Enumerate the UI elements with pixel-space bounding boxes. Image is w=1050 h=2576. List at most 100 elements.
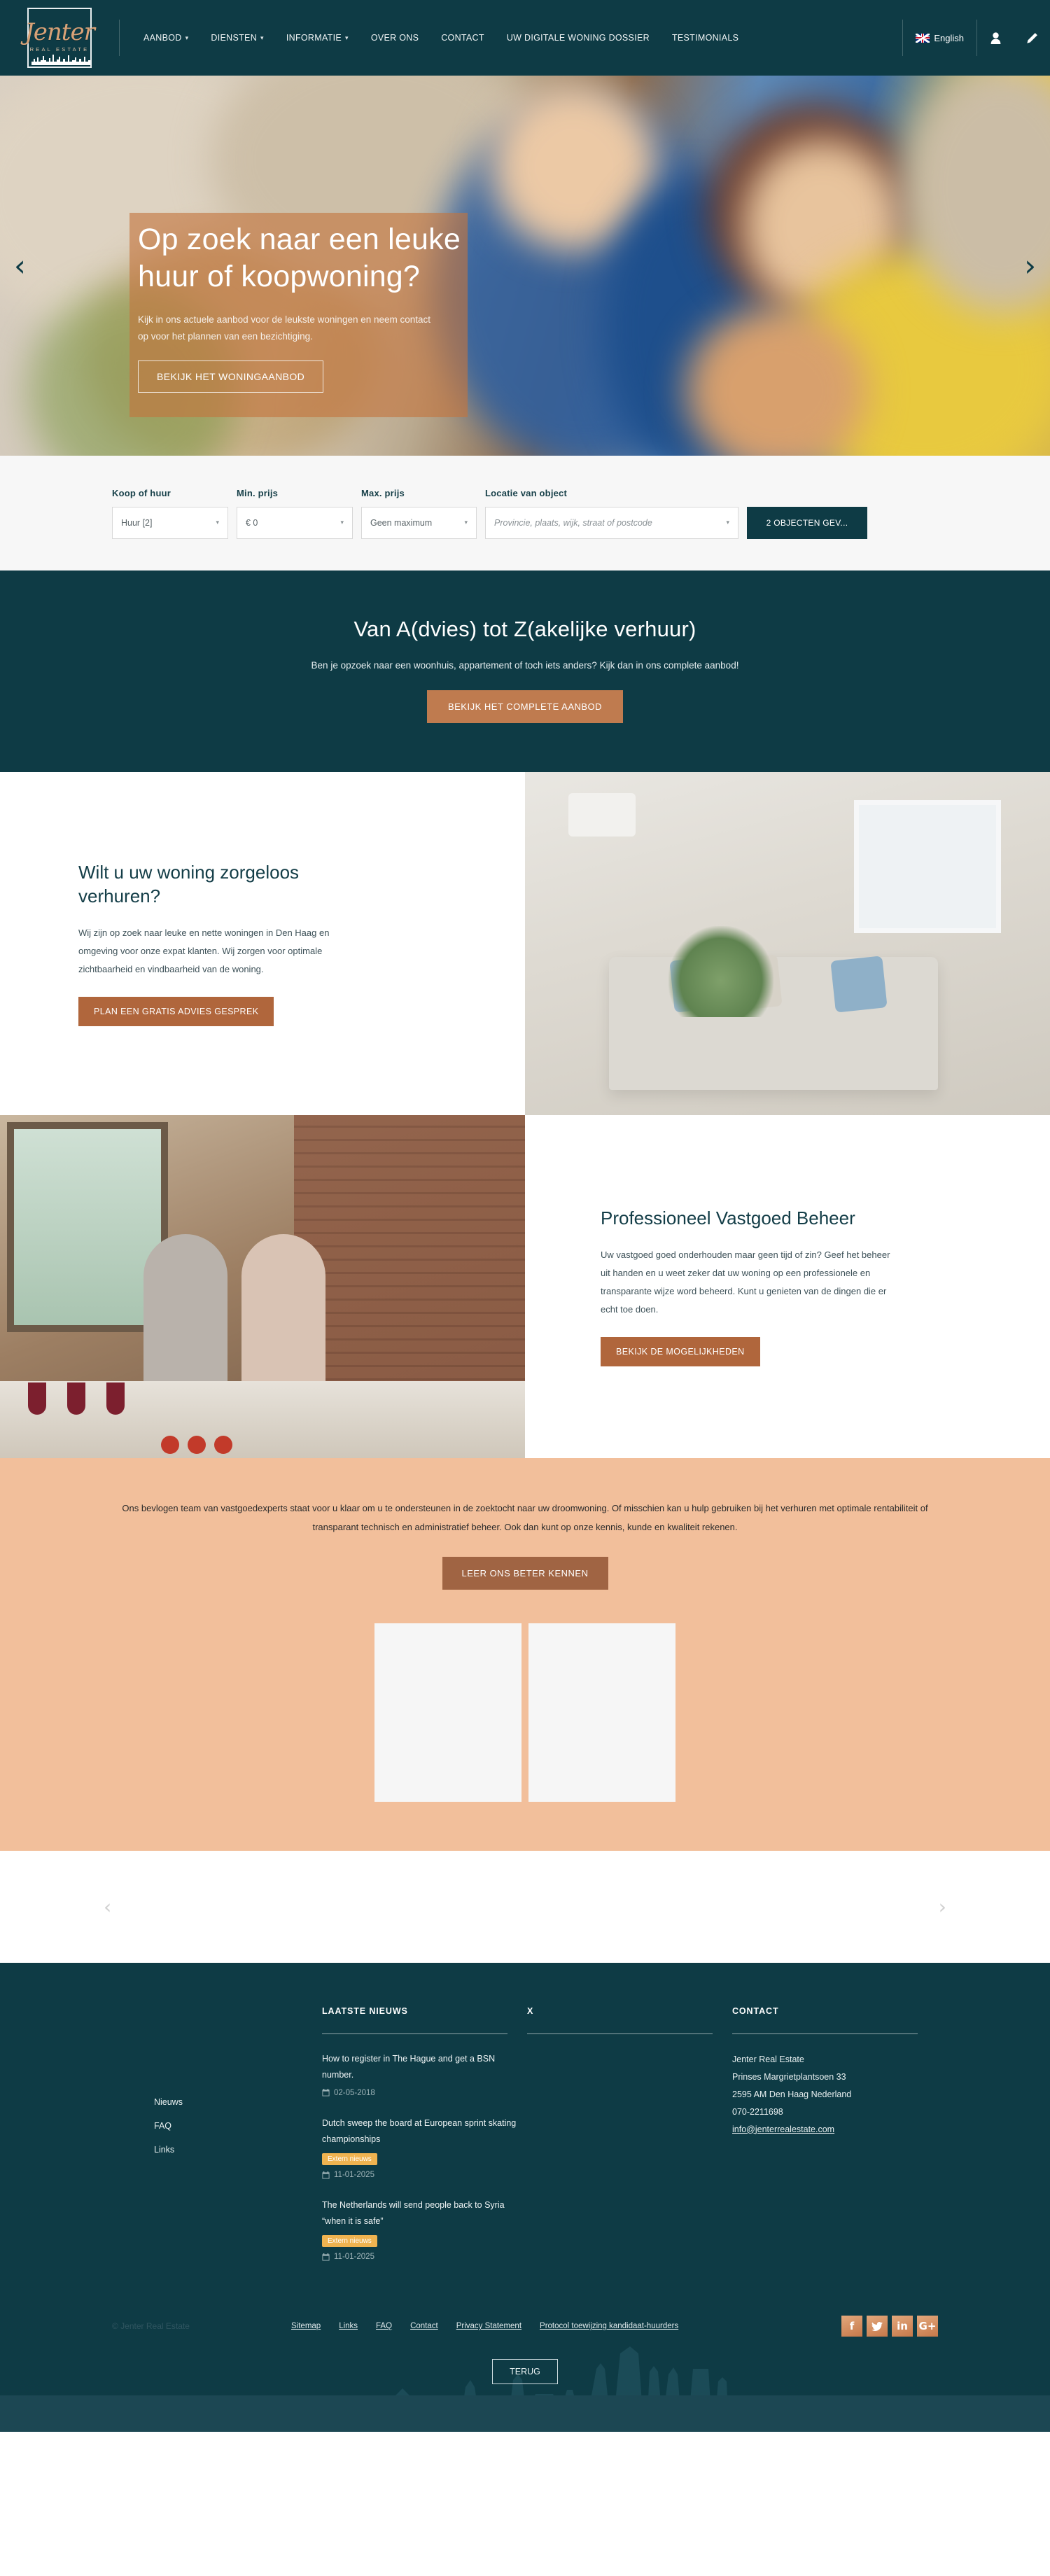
tomato-shape — [188, 1436, 206, 1454]
facebook-icon[interactable]: f — [841, 2316, 862, 2337]
news-item-date: 11-01-2025 — [322, 2253, 527, 2261]
bottom-link-sitemap[interactable]: Sitemap — [291, 2322, 321, 2330]
account-button[interactable] — [977, 0, 1014, 76]
rent-title: Wilt u uw woning zorgeloos verhuren? — [78, 862, 300, 906]
carousel-prev-button[interactable]: ‹ — [104, 1895, 111, 1918]
site-footer: Nieuws FAQ Links LAATSTE NIEUWS How to r… — [0, 1962, 1050, 2432]
googleplus-icon[interactable]: G+ — [917, 2316, 938, 2337]
nav-label: CONTACT — [441, 33, 484, 43]
team-cta-button[interactable]: LEER ONS BETER KENNEN — [442, 1556, 608, 1590]
nav-item-contact[interactable]: CONTACT — [430, 33, 496, 43]
kitchen-photo — [0, 1115, 525, 1458]
rent-text-pane: Wilt u uw woning zorgeloos verhuren? Wij… — [0, 772, 525, 1115]
twitter-bird-icon — [872, 2321, 883, 2331]
social-links: f in G+ — [841, 2316, 938, 2337]
news-item-title[interactable]: The Netherlands will send people back to… — [322, 2197, 527, 2230]
news-item-title[interactable]: How to register in The Hague and get a B… — [322, 2051, 527, 2083]
bottom-link-protocol[interactable]: Protocol toewijzing kandidaat-huurders — [540, 2322, 678, 2330]
manage-cta-button[interactable]: BEKIJK DE MOGELIJKHEDEN — [601, 1336, 760, 1366]
field-label: Max. prijs — [361, 487, 405, 498]
news-item: How to register in The Hague and get a B… — [322, 2051, 527, 2097]
manage-title: Professioneel Vastgoed Beheer — [601, 1208, 855, 1229]
select-max-prijs[interactable]: Geen maximum ▾ — [361, 506, 477, 539]
nav-item-woning-dossier[interactable]: UW DIGITALE WONING DOSSIER — [496, 33, 661, 43]
footer-link-faq[interactable]: FAQ — [154, 2121, 322, 2131]
offer-cta-band: Van A(dvies) tot Z(akelijke verhuur) Ben… — [0, 570, 1050, 772]
chevron-down-icon: ▾ — [345, 34, 349, 41]
site-logo[interactable]: Jenter REAL ESTATE — [0, 0, 119, 76]
section-zorgeloos-verhuren: Wilt u uw woning zorgeloos verhuren? Wij… — [0, 772, 1050, 1115]
manage-paragraph: Uw vastgoed goed onderhouden maar geen t… — [601, 1249, 890, 1315]
rent-cta-button[interactable]: PLAN EEN GRATIS ADVIES GESPREK — [78, 996, 274, 1026]
bottom-link-privacy-statement[interactable]: Privacy Statement — [456, 2322, 522, 2330]
contact-company: Jenter Real Estate — [732, 2054, 804, 2064]
logo-wordmark: Jenter — [24, 18, 95, 46]
select-min-prijs[interactable]: € 0 ▾ — [237, 506, 353, 539]
column-divider — [732, 2033, 918, 2034]
nav-item-over-ons[interactable]: OVER ONS — [360, 33, 430, 43]
hero-prev-button[interactable]: ‹ — [14, 251, 26, 281]
language-switcher[interactable]: English — [903, 33, 976, 43]
select-value: € 0 — [246, 517, 258, 528]
contact-column-title: CONTACT — [732, 2005, 779, 2016]
field-koop-of-huur: Koop of huur Huur [2] ▾ — [112, 488, 228, 539]
footer-link-links[interactable]: Links — [154, 2145, 322, 2155]
chevron-down-icon: ▾ — [464, 519, 468, 526]
back-to-top-wrap: TERUG — [0, 2341, 1050, 2385]
hero-next-button[interactable]: › — [1024, 251, 1036, 281]
location-input[interactable]: Provincie, plaats, wijk, straat of postc… — [485, 506, 738, 539]
linkedin-icon[interactable]: in — [892, 2316, 913, 2337]
search-submit-button[interactable]: 2 OBJECTEN GEV... — [747, 506, 867, 539]
bottom-link-links[interactable]: Links — [339, 2322, 358, 2330]
footer-quicklinks: Nieuws FAQ Links — [112, 2006, 322, 2280]
nav-item-diensten[interactable]: DIENSTEN ▾ — [200, 33, 274, 43]
hero-title: Op zoek naar een leuke huur of koopwonin… — [138, 223, 461, 294]
rent-paragraph: Wij zijn op zoek naar leuke en nette won… — [78, 927, 330, 974]
nav-label: UW DIGITALE WONING DOSSIER — [506, 33, 650, 43]
news-item: Dutch sweep the board at European sprint… — [322, 2115, 527, 2179]
tomato-shape — [214, 1436, 232, 1454]
uk-flag-icon — [916, 33, 930, 43]
date-text: 02-05-2018 — [334, 2088, 375, 2097]
select-value: Huur [2] — [121, 517, 153, 528]
nav-item-testimonials[interactable]: TESTIMONIALS — [661, 33, 750, 43]
team-card[interactable] — [374, 1623, 522, 1802]
manage-text: Professioneel Vastgoed Beheer Uw vastgoe… — [525, 1207, 973, 1366]
footer-link-nieuws[interactable]: Nieuws — [154, 2097, 322, 2107]
footer-columns: Nieuws FAQ Links LAATSTE NIEUWS How to r… — [112, 2006, 938, 2280]
back-button[interactable]: TERUG — [492, 2359, 558, 2385]
column-divider — [527, 2033, 713, 2034]
nav-item-aanbod[interactable]: AANBOD ▾ — [132, 33, 200, 43]
team-card[interactable] — [528, 1623, 676, 1802]
contact-email-wrap: info@jenterrealestate.com — [732, 2121, 937, 2138]
field-max-prijs: Max. prijs Geen maximum ▾ — [361, 488, 477, 539]
copyright-text: © Jenter Real Estate — [112, 2321, 190, 2332]
edit-button[interactable] — [1014, 0, 1050, 76]
offer-cta-subtitle: Ben je opzoek naar een woonhuis, apparte… — [311, 660, 739, 671]
pencil-icon — [1026, 32, 1037, 43]
lamp-shape — [568, 793, 636, 836]
news-item-badge: Extern nieuws — [322, 2153, 377, 2166]
select-koop-of-huur[interactable]: Huur [2] ▾ — [112, 506, 228, 539]
contact-email-link[interactable]: info@jenterrealestate.com — [732, 2124, 834, 2134]
footer-baseline — [0, 2395, 1050, 2432]
team-cards — [0, 1590, 1050, 1851]
cushion-shape — [830, 955, 888, 1013]
nav-label: TESTIMONIALS — [671, 33, 739, 43]
x-column-title: X — [527, 2005, 534, 2016]
nav-label: INFORMATIE — [286, 33, 342, 43]
news-item-title[interactable]: Dutch sweep the board at European sprint… — [322, 2115, 527, 2148]
nav-item-informatie[interactable]: INFORMATIE ▾ — [275, 33, 360, 43]
offer-cta-button[interactable]: BEKIJK HET COMPLETE AANBOD — [426, 690, 624, 723]
bottom-link-faq[interactable]: FAQ — [376, 2322, 392, 2330]
date-text: 11-01-2025 — [334, 2253, 374, 2262]
footer-news-column: LAATSTE NIEUWS How to register in The Ha… — [322, 2006, 527, 2280]
hero-cta-button[interactable]: BEKIJK HET WONINGAANBOD — [138, 360, 324, 393]
nav-label: DIENSTEN — [211, 33, 258, 43]
footer-bottom-links: Sitemap Links FAQ Contact Privacy Statem… — [291, 2322, 841, 2330]
bottom-link-contact[interactable]: Contact — [410, 2322, 438, 2330]
twitter-icon[interactable] — [867, 2316, 888, 2337]
carousel-next-button[interactable]: › — [939, 1895, 946, 1918]
chevron-down-icon: ▾ — [726, 519, 729, 526]
wine-glass-shape — [28, 1382, 46, 1415]
